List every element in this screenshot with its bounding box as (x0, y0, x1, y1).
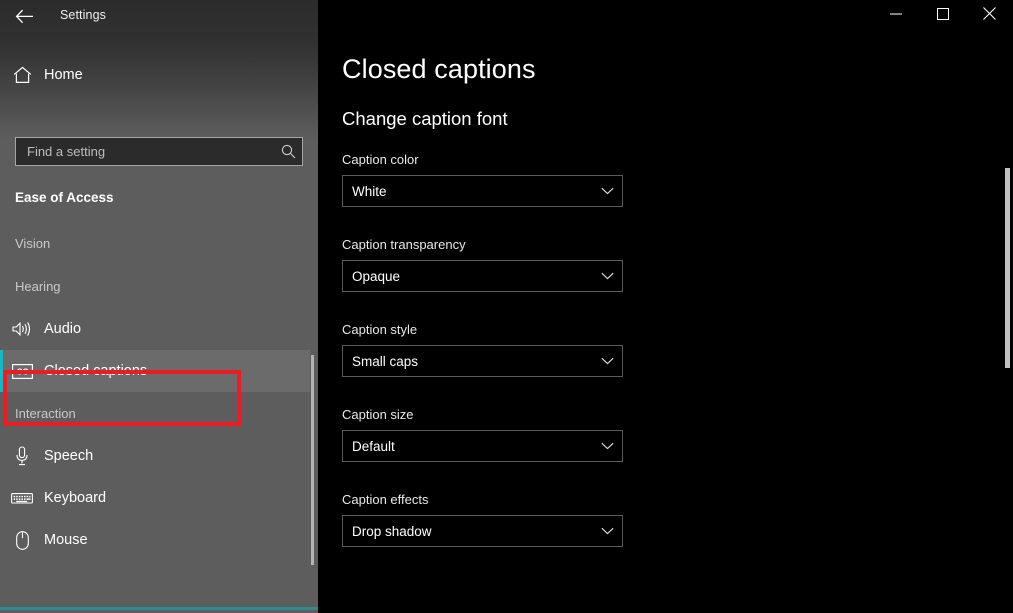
sidebar-item-speech-label: Speech (44, 448, 94, 464)
caption-effects-value: Drop shadow (352, 523, 432, 539)
sidebar-item-mouse-label: Mouse (44, 532, 88, 548)
field-group-caption-color: Caption color White (342, 152, 672, 207)
caption-color-dropdown[interactable]: White (342, 175, 623, 207)
sidebar-group-interaction: Interaction (15, 406, 76, 421)
caption-font-settings-list: Caption color White Caption transparency… (342, 152, 672, 577)
field-group-caption-effects: Caption effects Drop shadow (342, 492, 672, 547)
sidebar-group-vision: Vision (15, 236, 51, 251)
back-arrow-icon (15, 9, 34, 24)
caption-transparency-value: Opaque (352, 268, 401, 284)
section-title: Change caption font (342, 108, 508, 129)
sidebar-item-speech[interactable]: Speech (0, 435, 310, 477)
main-content: Closed captions Change caption font Capt… (318, 32, 1013, 613)
caption-size-value: Default (352, 438, 395, 454)
search-icon[interactable] (274, 144, 302, 159)
close-button[interactable] (966, 0, 1012, 32)
caption-style-value: Small caps (352, 353, 419, 369)
title-bar-right-region (318, 0, 1013, 32)
sidebar-item-audio-label: Audio (44, 321, 82, 337)
back-button[interactable] (8, 3, 40, 29)
app-title: Settings (60, 8, 106, 22)
search-input[interactable] (16, 144, 274, 159)
title-bar-left-region: Settings (0, 0, 318, 32)
speaker-volume-icon (0, 321, 44, 337)
main-scrollbar-thumb[interactable] (1005, 168, 1010, 368)
caption-effects-dropdown[interactable]: Drop shadow (342, 515, 623, 547)
chevron-down-icon (592, 272, 622, 280)
field-group-caption-size: Caption size Default (342, 407, 672, 462)
caption-color-label: Caption color (342, 152, 419, 167)
sidebar-item-mouse[interactable]: Mouse (0, 519, 310, 561)
settings-window: Settings Home Find a setting Ease of Acc… (0, 0, 1013, 613)
main-scrollbar-track[interactable] (1001, 32, 1013, 613)
keyboard-icon (0, 491, 44, 505)
sidebar-scrollbar-thumb[interactable] (311, 355, 314, 565)
close-icon (982, 7, 996, 25)
sidebar-item-keyboard-label: Keyboard (44, 490, 107, 506)
minimize-button[interactable] (873, 0, 919, 32)
closed-captions-icon: CC (0, 363, 44, 379)
sidebar-item-closed-captions[interactable]: CC Closed captions (0, 350, 310, 392)
sidebar-nav-list: Vision Hearing Audio CC Closed captions … (0, 222, 318, 561)
sidebar-bottom-accent-line (0, 607, 318, 610)
sidebar-group-hearing: Hearing (15, 279, 61, 294)
sidebar-item-home[interactable]: Home (0, 56, 310, 94)
field-group-caption-style: Caption style Small caps (342, 322, 672, 377)
mouse-icon (0, 530, 44, 550)
caption-size-label: Caption size (342, 407, 414, 422)
caption-effects-label: Caption effects (342, 492, 429, 507)
chevron-down-icon (592, 357, 622, 365)
caption-transparency-dropdown[interactable]: Opaque (342, 260, 623, 292)
microphone-icon (0, 446, 44, 466)
chevron-down-icon (592, 442, 622, 450)
page-category-title: Ease of Access (15, 190, 114, 205)
minimize-icon (890, 7, 902, 25)
caption-size-dropdown[interactable]: Default (342, 430, 623, 462)
caption-transparency-label: Caption transparency (342, 237, 466, 252)
caption-style-label: Caption style (342, 322, 418, 337)
sidebar-item-home-label: Home (44, 67, 83, 83)
maximize-button[interactable] (920, 0, 966, 32)
sidebar-item-keyboard[interactable]: Keyboard (0, 477, 310, 519)
sidebar-item-closed-captions-label: Closed captions (44, 363, 148, 379)
caption-color-value: White (352, 183, 387, 199)
sidebar: Home Ease of Access Vision Hearing (0, 32, 318, 613)
home-icon (0, 66, 44, 84)
field-group-caption-transparency: Caption transparency Opaque (342, 237, 672, 292)
caption-style-dropdown[interactable]: Small caps (342, 345, 623, 377)
page-title: Closed captions (342, 54, 536, 84)
maximize-icon (937, 7, 949, 25)
search-box[interactable] (15, 137, 303, 166)
chevron-down-icon (592, 187, 622, 195)
title-bar: Settings (0, 0, 1013, 32)
chevron-down-icon (592, 527, 622, 535)
sidebar-item-audio[interactable]: Audio (0, 308, 310, 350)
svg-text:CC: CC (16, 367, 28, 376)
